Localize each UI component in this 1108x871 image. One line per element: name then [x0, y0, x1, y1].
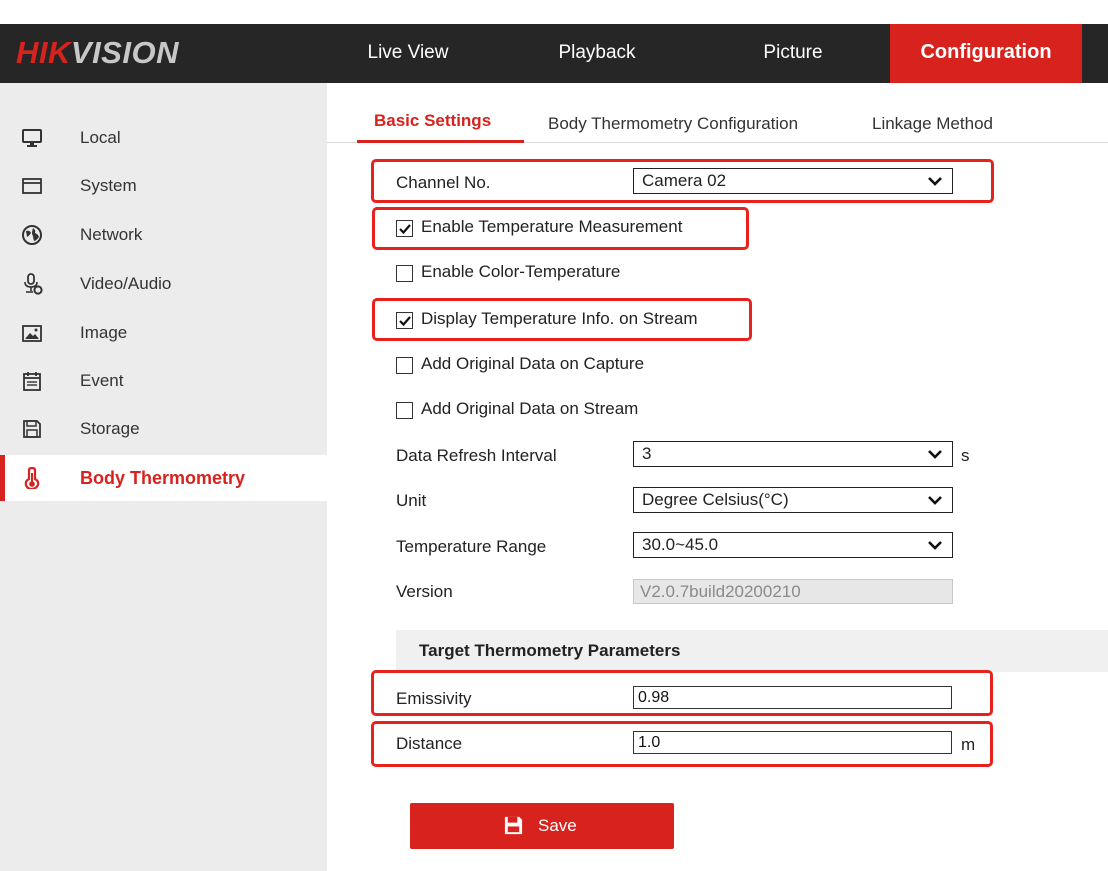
sidebar-item-system[interactable]: System — [0, 163, 327, 209]
temperature-range-label: Temperature Range — [396, 537, 547, 556]
sidebar-item-body-thermometry[interactable]: Body Thermometry — [0, 455, 327, 501]
section-title: Target Thermometry Parameters — [419, 641, 681, 660]
checkbox-box[interactable] — [396, 265, 413, 282]
unit-select[interactable]: Degree Celsius(°C) — [633, 487, 953, 513]
add-original-data-capture-label: Add Original Data on Capture — [421, 354, 645, 373]
save-button[interactable]: Save — [410, 803, 674, 849]
display-temperature-info-label: Display Temperature Info. on Stream — [421, 309, 698, 328]
sidebar-item-label: Video/Audio — [80, 274, 172, 293]
distance-unit: m — [961, 735, 976, 754]
sidebar-item-video-audio[interactable]: Video/Audio — [0, 261, 327, 307]
sidebar-item-label: Network — [80, 225, 143, 244]
floppy-icon — [23, 420, 41, 438]
floppy-icon — [504, 816, 523, 835]
channel-no-select[interactable]: Camera 02 — [633, 168, 953, 194]
nav-configuration[interactable]: Configuration — [890, 24, 1082, 83]
checkbox-box[interactable] — [396, 312, 413, 329]
tab-linkage-method[interactable]: Linkage Method — [872, 114, 993, 134]
distance-label: Distance — [396, 734, 463, 753]
chevron-down-icon — [928, 177, 942, 186]
checkbox-box[interactable] — [396, 357, 413, 374]
sidebar-item-network[interactable]: Network — [0, 212, 327, 258]
emissivity-label: Emissivity — [396, 689, 472, 708]
distance-input[interactable]: 1.0 — [633, 731, 952, 754]
version-label: Version — [396, 582, 453, 601]
channel-no-label: Channel No. — [396, 173, 491, 192]
chevron-down-icon — [928, 541, 942, 550]
hikvision-logo: HIKVISION — [16, 35, 179, 70]
sidebar-item-storage[interactable]: Storage — [0, 406, 327, 452]
data-refresh-interval-label: Data Refresh Interval — [396, 446, 557, 465]
chevron-down-icon — [928, 496, 942, 505]
temperature-range-select[interactable]: 30.0~45.0 — [633, 532, 953, 558]
enable-temperature-measurement-label: Enable Temperature Measurement — [421, 217, 683, 236]
sidebar: Local System Network Video/Audio Image E… — [0, 83, 327, 871]
channel-no-value: Camera 02 — [642, 171, 727, 190]
window-icon — [22, 178, 42, 194]
thermometer-icon — [24, 467, 40, 489]
sidebar-item-event[interactable]: Event — [0, 358, 327, 404]
add-original-data-stream-label: Add Original Data on Stream — [421, 399, 639, 418]
tab-basic-settings[interactable]: Basic Settings — [374, 111, 491, 131]
checkbox-box[interactable] — [396, 402, 413, 419]
sidebar-item-label: Local — [80, 128, 121, 147]
sidebar-item-image[interactable]: Image — [0, 310, 327, 356]
nav-live-view[interactable]: Live View — [333, 24, 483, 83]
nav-picture[interactable]: Picture — [718, 24, 868, 83]
temperature-range-value: 30.0~45.0 — [642, 535, 719, 554]
globe-icon — [22, 225, 42, 245]
sidebar-item-label: Image — [80, 323, 128, 342]
active-tab-indicator — [357, 140, 524, 143]
unit-value: Degree Celsius(°C) — [642, 490, 789, 509]
sidebar-item-local[interactable]: Local — [0, 115, 327, 161]
enable-color-temperature-label: Enable Color-Temperature — [421, 262, 621, 281]
nav-playback[interactable]: Playback — [522, 24, 672, 83]
sidebar-item-label: System — [80, 176, 137, 195]
sidebar-item-label: Body Thermometry — [80, 468, 246, 488]
chevron-down-icon — [928, 450, 942, 459]
config-tabs: Basic Settings Body Thermometry Configur… — [327, 83, 1108, 143]
save-button-label: Save — [538, 816, 577, 835]
monitor-icon — [22, 129, 42, 147]
image-icon — [22, 325, 42, 342]
check-icon — [399, 316, 411, 327]
version-field: V2.0.7build20200210 — [633, 579, 953, 604]
tab-body-thermometry-configuration[interactable]: Body Thermometry Configuration — [548, 114, 798, 134]
sidebar-item-label: Event — [80, 371, 124, 390]
unit-label: Unit — [396, 491, 427, 510]
top-navigation-bar: HIKVISION Live View Playback Picture Con… — [0, 24, 1108, 83]
target-thermometry-section: Target Thermometry Parameters — [396, 630, 1108, 672]
calendar-icon — [23, 372, 41, 391]
checkbox-box[interactable] — [396, 220, 413, 237]
refresh-unit: s — [961, 446, 970, 465]
emissivity-input[interactable]: 0.98 — [633, 686, 952, 709]
check-icon — [399, 224, 411, 235]
data-refresh-interval-value: 3 — [642, 444, 652, 463]
sidebar-item-label: Storage — [80, 419, 140, 438]
data-refresh-interval-select[interactable]: 3 — [633, 441, 953, 467]
microphone-icon — [24, 273, 43, 295]
